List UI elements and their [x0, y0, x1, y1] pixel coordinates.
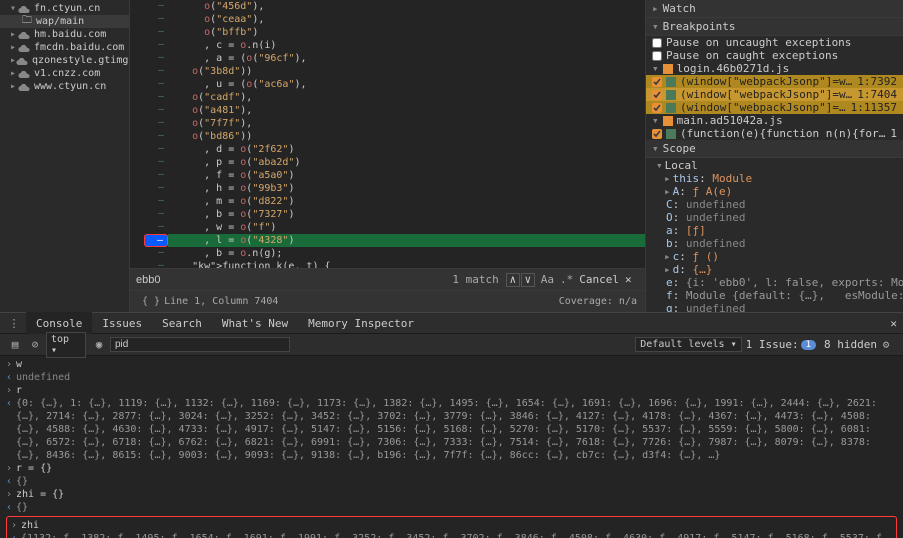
hidden-count: 8 hidden — [824, 338, 877, 351]
settings-icon[interactable]: ⚙ — [877, 336, 895, 354]
code-editor[interactable]: —————————————————————————————— o("456d")… — [130, 0, 645, 268]
js-file-icon — [663, 116, 673, 126]
breakpoint-line[interactable]: (window["webpackJsonp"]=window["webp…1:7… — [646, 75, 903, 88]
line-gutter: —————————————————————————————— — [130, 0, 168, 268]
file-tree: ▾fn.ctyun.cn 🗀wap/main ▸hm.baidu.com ▸fm… — [0, 0, 130, 312]
tab-memory-inspector[interactable]: Memory Inspector — [298, 312, 424, 334]
live-expression-icon[interactable]: ◉ — [90, 336, 108, 354]
case-toggle[interactable]: Aa — [541, 273, 554, 286]
scope-variable[interactable]: g: undefined — [646, 301, 903, 312]
pause-uncaught-checkbox[interactable]: Pause on uncaught exceptions — [646, 36, 903, 49]
tree-domain[interactable]: ▸www.ctyun.cn — [0, 80, 129, 93]
breakpoint-line[interactable]: (function(e){function n(n){for(var r,a,…… — [646, 127, 903, 140]
issues-indicator[interactable]: 1 Issue:1 — [746, 338, 818, 351]
tree-domain[interactable]: ▸fmcdn.baidu.com — [0, 41, 129, 54]
sidebar-toggle-icon[interactable]: ▤ — [6, 336, 24, 354]
console-toolbar: ▤ ⊘ top ▾ ◉ Default levels ▾ 1 Issue:1 8… — [0, 334, 903, 356]
source-panel: —————————————————————————————— o("456d")… — [130, 0, 645, 312]
folder-icon: 🗀 — [22, 13, 32, 30]
tree-domain[interactable]: ▸v1.cnzz.com — [0, 67, 129, 80]
cloud-icon — [16, 55, 28, 67]
scope-variable[interactable]: ▸A: ƒ A(e) — [646, 184, 903, 197]
console-row: ‹{0: {…}, 1: {…}, 1119: {…}, 1132: {…}, … — [6, 397, 897, 462]
tree-folder-wap-main[interactable]: 🗀wap/main — [0, 15, 129, 28]
cancel-button[interactable]: Cancel — [579, 273, 619, 286]
scope-variable[interactable]: ▸d: {…} — [646, 262, 903, 275]
prev-match-button[interactable]: ∧ — [506, 273, 520, 287]
scope-variable[interactable]: ▸this: Module — [646, 171, 903, 184]
log-levels-selector[interactable]: Default levels ▾ — [635, 337, 741, 352]
cloud-icon — [18, 29, 30, 41]
watch-header[interactable]: ▸Watch — [646, 0, 903, 18]
scope-variable[interactable]: e: {i: 'ebb0', l: false, exports: Module… — [646, 275, 903, 288]
coverage-label: Coverage: n/a — [559, 296, 637, 307]
drawer-menu-icon[interactable]: ⋮ — [6, 315, 22, 331]
context-selector[interactable]: top ▾ — [46, 332, 86, 358]
drawer-tabbar: ⋮ Console Issues Search What's New Memor… — [0, 312, 903, 334]
console-row: ›w — [6, 358, 897, 371]
clear-console-icon[interactable]: ⊘ — [26, 336, 44, 354]
close-icon[interactable]: ✕ — [625, 273, 639, 286]
scope-variable[interactable]: f: Module {default: {…}, __esModule: tru… — [646, 288, 903, 301]
tab-issues[interactable]: Issues — [92, 312, 152, 334]
cloud-icon — [18, 68, 30, 80]
cloud-icon — [18, 42, 30, 54]
filter-input[interactable] — [110, 337, 290, 352]
regex-toggle[interactable]: .* — [560, 273, 573, 286]
console-row: ›zhi = {} — [6, 488, 897, 501]
bp-file[interactable]: ▾main.ad51042a.js — [646, 114, 903, 127]
bp-file[interactable]: ▾login.46b0271d.js — [646, 62, 903, 75]
pretty-print-button[interactable]: { } — [142, 296, 160, 307]
console-row: ‹{} — [6, 475, 897, 488]
status-bar: { } Line 1, Column 7404 Coverage: n/a — [130, 290, 645, 312]
search-input[interactable] — [136, 274, 216, 286]
match-count: 1 match — [452, 273, 498, 286]
tab-search[interactable]: Search — [152, 312, 212, 334]
console-row: ›r — [6, 384, 897, 397]
scope-variable[interactable]: O: undefined — [646, 210, 903, 223]
console-row: ›r = {} — [6, 462, 897, 475]
next-match-button[interactable]: ∨ — [521, 273, 535, 287]
scope-variable[interactable]: ▸c: ƒ () — [646, 249, 903, 262]
scope-header[interactable]: ▾Scope — [646, 140, 903, 158]
tree-domain[interactable]: ▾fn.ctyun.cn — [0, 2, 129, 15]
tab-whats-new[interactable]: What's New — [212, 312, 298, 334]
cursor-position: Line 1, Column 7404 — [164, 296, 278, 307]
scope-local[interactable]: ▾Local — [646, 158, 903, 171]
console-row: ‹{} — [6, 501, 897, 514]
js-file-icon — [663, 64, 673, 74]
search-bar: 1 match ∧ ∨ Aa .* Cancel ✕ — [130, 268, 645, 290]
breakpoint-line[interactable]: (window["webpackJsonp"]=window["webp…1:7… — [646, 88, 903, 101]
code-area[interactable]: o("456d"), o("ceaa"), o("bffb") , c = o.… — [168, 0, 645, 268]
scope-variable[interactable]: b: undefined — [646, 236, 903, 249]
console-row: ‹undefined — [6, 371, 897, 384]
pause-caught-checkbox[interactable]: Pause on caught exceptions — [646, 49, 903, 62]
tree-domain[interactable]: ▸hm.baidu.com — [0, 28, 129, 41]
tree-domain[interactable]: ▸qzonestyle.gtimg.cn — [0, 54, 129, 67]
close-drawer-icon[interactable]: ✕ — [890, 317, 897, 330]
scope-variable[interactable]: a: [ƒ] — [646, 223, 903, 236]
scope-variable[interactable]: C: undefined — [646, 197, 903, 210]
debug-panel: ▸Watch ▾Breakpoints Pause on uncaught ex… — [645, 0, 903, 312]
console-output[interactable]: ›w‹undefined›r‹{0: {…}, 1: {…}, 1119: {…… — [0, 356, 903, 538]
main-panels: ▾fn.ctyun.cn 🗀wap/main ▸hm.baidu.com ▸fm… — [0, 0, 903, 312]
cloud-icon — [18, 81, 30, 93]
breakpoint-line[interactable]: (window["webpackJsonp"]=window["webp…1:1… — [646, 101, 903, 114]
breakpoints-header[interactable]: ▾Breakpoints — [646, 18, 903, 36]
highlighted-output: ›zhi ‹{1132: ƒ, 1382: ƒ, 1495: ƒ, 1654: … — [6, 516, 897, 538]
